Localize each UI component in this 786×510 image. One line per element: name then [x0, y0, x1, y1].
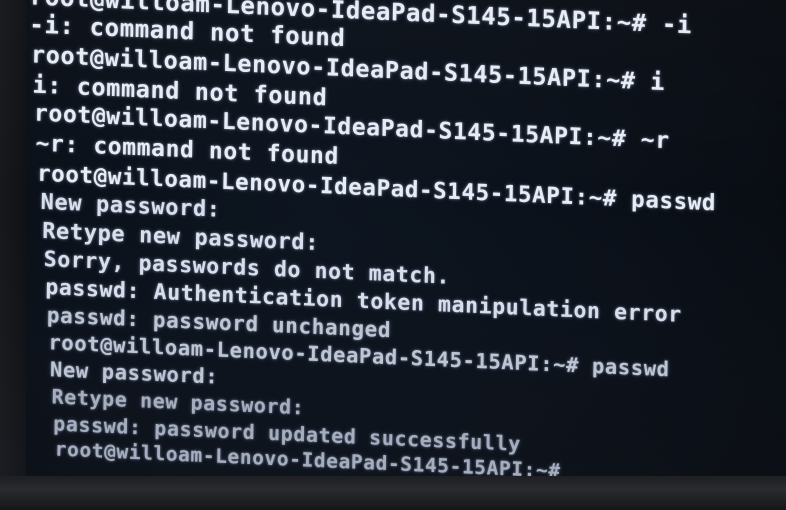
terminal-line: New password:: [40, 189, 221, 223]
photo-of-monitor: root@willoam-Lenovo-IdeaPad-S145-15API:~…: [0, 0, 786, 510]
terminal-screen[interactable]: root@willoam-Lenovo-IdeaPad-S145-15API:~…: [14, 0, 786, 510]
terminal-line: New password:: [49, 357, 219, 389]
monitor-bezel-bottom: [0, 476, 786, 510]
